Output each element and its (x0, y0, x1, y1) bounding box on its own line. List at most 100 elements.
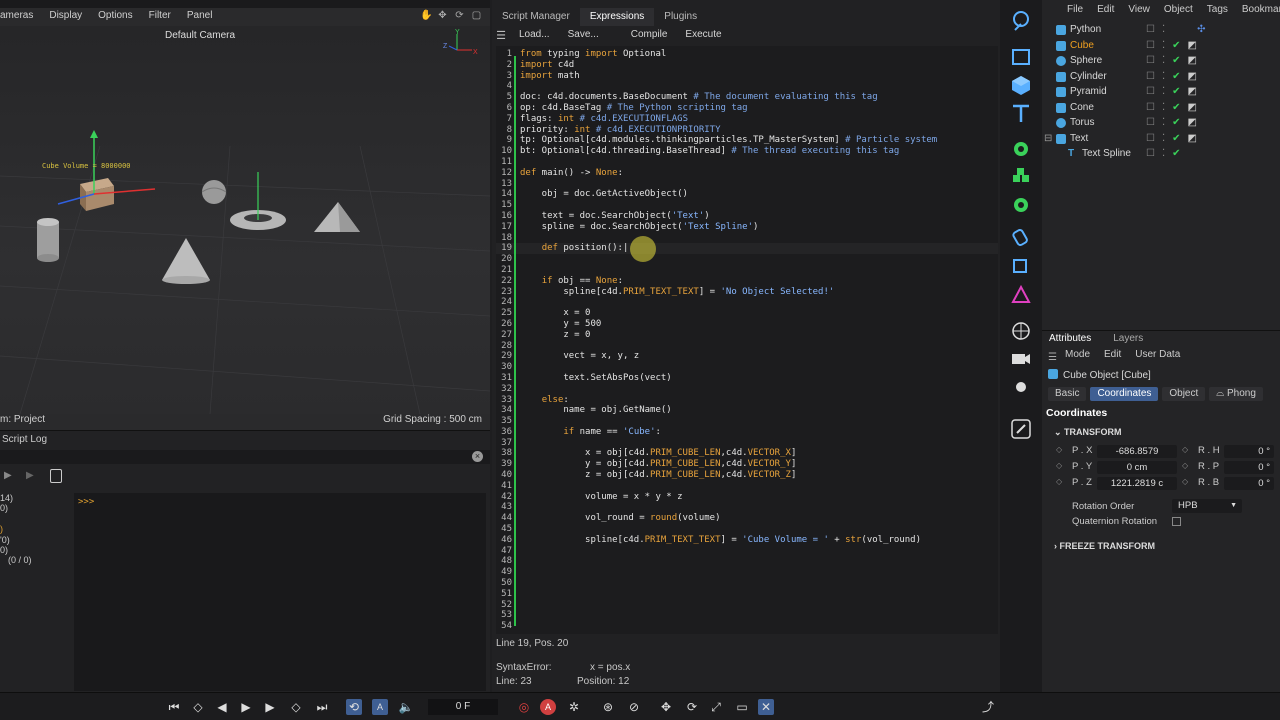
phong-tag-icon[interactable]: ◩ (1188, 131, 1197, 147)
play-icon[interactable]: ▶ (238, 699, 254, 715)
go-to-end-icon[interactable]: ⏭ (314, 699, 330, 715)
timeline-graph-icon[interactable]: ⤴ (980, 699, 996, 715)
object-row-cone[interactable]: Cone ☐ ⁚ ✔ ◩ (1042, 100, 1280, 116)
execute-button[interactable]: Execute (676, 27, 730, 43)
keyframe-diamond-icon[interactable]: ◇ (1182, 445, 1188, 454)
globe-icon[interactable] (1010, 320, 1032, 342)
attr-menu-mode[interactable]: Mode (1065, 349, 1090, 363)
clear-search-icon[interactable]: × (472, 451, 483, 462)
phong-tag-icon[interactable]: ◩ (1188, 84, 1197, 100)
enabled-check-icon[interactable]: ✔ (1172, 53, 1180, 69)
object-row-torus[interactable]: Torus ☐ ⁚ ✔ ◩ (1042, 115, 1280, 131)
visibility-dots-icon[interactable]: ⁚ (1162, 131, 1165, 147)
cube-object[interactable] (57, 130, 156, 211)
phong-tag-icon[interactable]: ◩ (1188, 69, 1197, 85)
rotate-key-icon[interactable]: ⟳ (684, 699, 700, 715)
generator-icon[interactable] (1010, 138, 1032, 160)
pyramid-object[interactable] (314, 202, 360, 232)
transform-group-header[interactable]: ⌄ TRANSFORM (1054, 427, 1122, 438)
object-row-sphere[interactable]: Sphere ☐ ⁚ ✔ ◩ (1042, 53, 1280, 69)
phong-tag-icon[interactable]: ◩ (1188, 38, 1197, 54)
layer-icon[interactable]: ☐ (1146, 131, 1155, 147)
om-menu-bookmarks[interactable]: Bookmar (1242, 4, 1280, 18)
layer-icon[interactable]: ☐ (1146, 115, 1155, 131)
compile-button[interactable]: Compile (622, 27, 677, 43)
auto-keying-icon[interactable]: A (372, 699, 388, 715)
keyframe-diamond-icon[interactable]: ◇ (1182, 477, 1188, 486)
move-view-icon[interactable]: ✥ (437, 10, 448, 21)
phong-tag-icon[interactable]: ◩ (1188, 53, 1197, 69)
om-menu-edit[interactable]: Edit (1097, 4, 1114, 18)
python-tag-icon[interactable]: ✣ (1197, 22, 1205, 38)
param-key-icon[interactable]: ▭ (734, 699, 750, 715)
layer-icon[interactable]: ☐ (1146, 84, 1155, 100)
object-row-text-spline[interactable]: T Text Spline ☐ ⁚ ✔ (1042, 146, 1280, 162)
3d-viewport[interactable]: Cube Volume = 8000000 Y Z X (0, 26, 490, 414)
deformer-icon[interactable] (1010, 226, 1032, 248)
subtab-object[interactable]: Object (1162, 387, 1206, 401)
document-icon[interactable] (50, 469, 62, 483)
no-keyframe-icon[interactable]: ⊘ (626, 699, 642, 715)
layer-icon[interactable]: ☐ (1146, 69, 1155, 85)
cone-object[interactable] (162, 238, 210, 284)
prev-frame-icon[interactable]: ◀ (214, 699, 230, 715)
freeze-transform-header[interactable]: › FREEZE TRANSFORM (1054, 541, 1155, 551)
hamburger-menu-icon[interactable]: ☰ (1048, 352, 1057, 363)
rotation-h-field[interactable]: 0 ° (1224, 445, 1274, 458)
menu-options[interactable]: Options (98, 10, 132, 24)
enabled-check-icon[interactable]: ✔ (1172, 38, 1180, 54)
visibility-dots-icon[interactable]: ⁚ (1162, 22, 1165, 38)
position-x-field[interactable]: -686.8579 (1097, 445, 1177, 458)
subtab-coordinates[interactable]: Coordinates (1090, 387, 1159, 401)
sphere-object[interactable] (202, 180, 226, 204)
keyframe-options-icon[interactable]: ✲ (566, 699, 582, 715)
quaternion-checkbox[interactable] (1172, 517, 1181, 526)
expand-toggle-icon[interactable]: ⊟ (1044, 131, 1052, 147)
sound-icon[interactable]: 🔈 (398, 699, 414, 715)
cylinder-object[interactable] (37, 218, 59, 262)
script-log-console[interactable]: >>> (74, 493, 486, 691)
current-frame-field[interactable]: 0 F (428, 699, 498, 715)
rotation-b-field[interactable]: 0 ° (1224, 477, 1274, 490)
sculpt-icon[interactable] (1010, 284, 1032, 306)
visibility-dots-icon[interactable]: ⁚ (1162, 115, 1165, 131)
loop-icon[interactable]: ⟲ (346, 699, 362, 715)
keyframe-icon[interactable]: ⊛ (600, 699, 616, 715)
attr-menu-edit[interactable]: Edit (1104, 349, 1121, 363)
camera-icon[interactable] (1010, 348, 1032, 370)
script-log-search-input[interactable] (0, 450, 490, 464)
cube-primitive-icon[interactable] (1010, 74, 1032, 96)
object-row-text[interactable]: ⊟ Text ☐ ⁚ ✔ ◩ (1042, 131, 1280, 147)
visibility-dots-icon[interactable]: ⁚ (1162, 53, 1165, 69)
cloner-icon[interactable] (1010, 166, 1032, 188)
light-icon[interactable] (1010, 376, 1032, 398)
om-menu-file[interactable]: File (1067, 4, 1083, 18)
visibility-dots-icon[interactable]: ⁚ (1162, 84, 1165, 100)
point-level-icon[interactable]: ✕ (758, 699, 774, 715)
visibility-dots-icon[interactable]: ⁚ (1162, 100, 1165, 116)
visibility-dots-icon[interactable]: ⁚ (1162, 146, 1165, 162)
rotation-p-field[interactable]: 0 ° (1224, 461, 1274, 474)
gear-icon[interactable] (1010, 194, 1032, 216)
layer-icon[interactable]: ☐ (1146, 100, 1155, 116)
menu-panel[interactable]: Panel (187, 10, 213, 24)
tab-script-manager[interactable]: Script Manager (492, 8, 580, 26)
record-icon[interactable]: ◎ (516, 699, 532, 715)
torus-object[interactable] (230, 172, 286, 230)
object-row-pyramid[interactable]: Pyramid ☐ ⁚ ✔ ◩ (1042, 84, 1280, 100)
keyframe-diamond-icon[interactable]: ◇ (1182, 461, 1188, 470)
visibility-dots-icon[interactable]: ⁚ (1162, 38, 1165, 54)
rotate-view-icon[interactable]: ⟳ (454, 10, 465, 21)
keyframe-diamond-icon[interactable]: ◇ (1056, 445, 1062, 454)
prev-key-icon[interactable]: ◇ (190, 699, 206, 715)
save-button[interactable]: Save... (559, 27, 608, 43)
layer-icon[interactable]: ☐ (1146, 22, 1155, 38)
autokey-record-icon[interactable]: A (540, 699, 556, 715)
enabled-check-icon[interactable]: ✔ (1172, 100, 1180, 116)
live-select-icon[interactable] (1010, 10, 1032, 32)
layer-icon[interactable]: ☐ (1146, 53, 1155, 69)
subtab-phong[interactable]: ⌓ Phong (1209, 387, 1263, 401)
layer-icon[interactable]: ☐ (1146, 38, 1155, 54)
subtab-basic[interactable]: Basic (1048, 387, 1087, 401)
go-to-start-icon[interactable]: ⏮ (166, 699, 182, 715)
